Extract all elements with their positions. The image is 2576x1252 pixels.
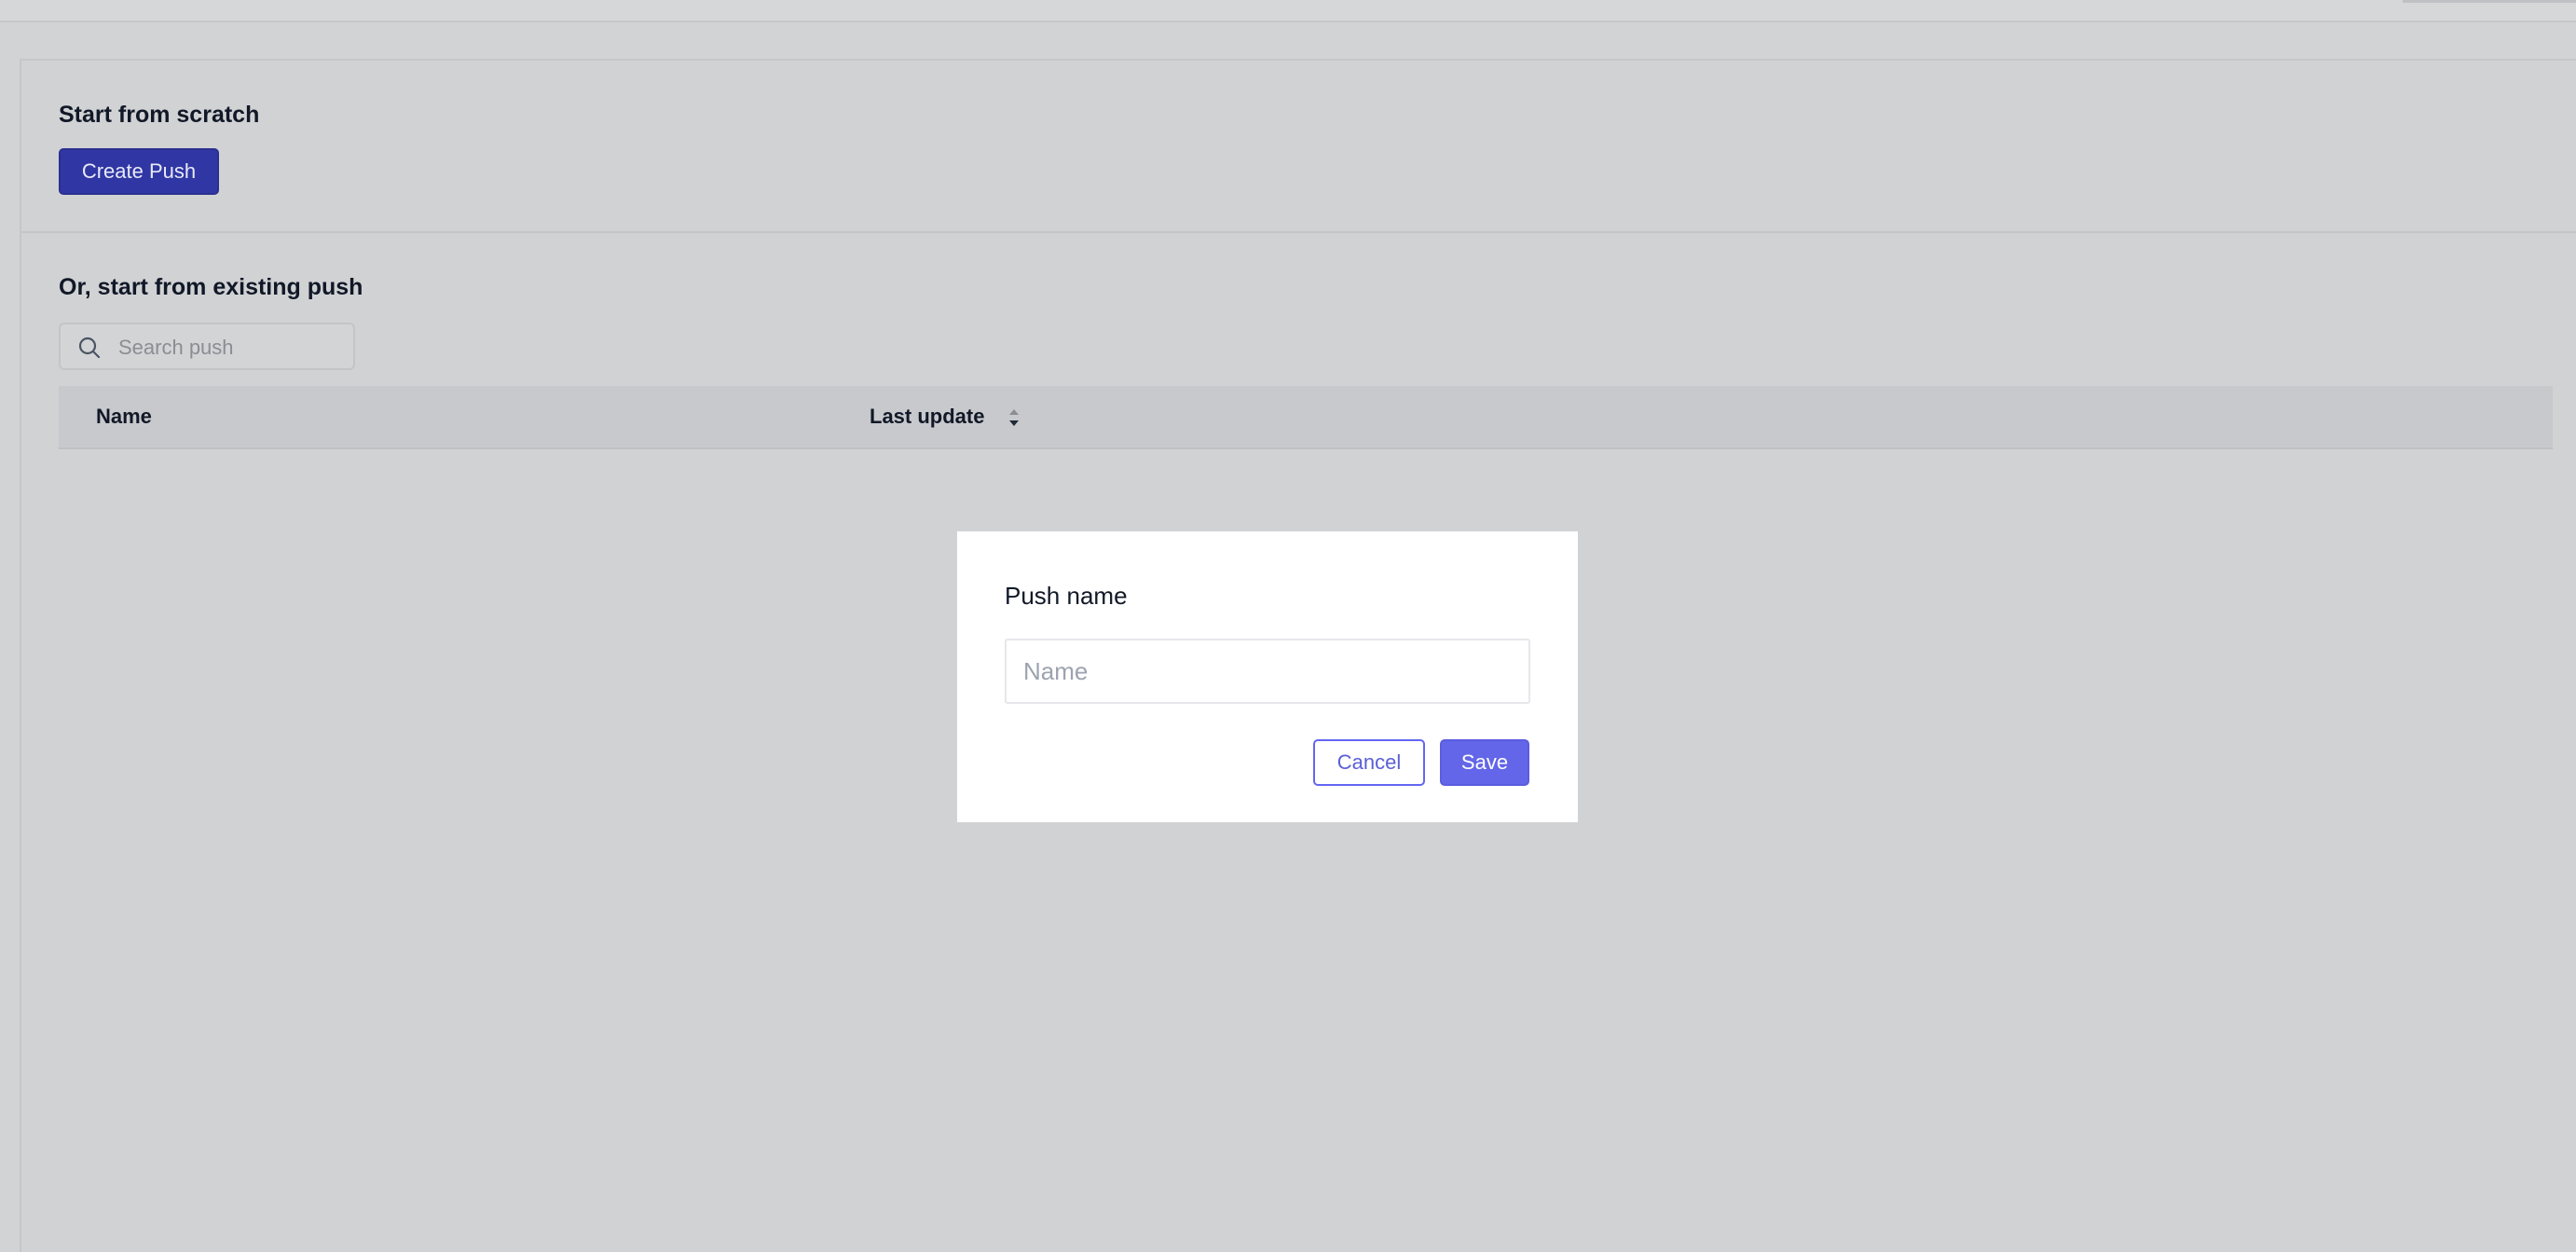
push-name-modal: Push name Cancel Save (957, 531, 1578, 822)
top-bar-tab[interactable] (2403, 0, 2576, 3)
cancel-button[interactable]: Cancel (1313, 739, 1425, 786)
search-icon (78, 337, 101, 359)
top-bar (0, 0, 2576, 22)
save-button[interactable]: Save (1440, 739, 1529, 786)
scratch-section-title: Start from scratch (59, 102, 260, 128)
sort-up-down-icon[interactable] (1007, 406, 1021, 429)
column-header-name[interactable]: Name (96, 405, 152, 429)
existing-section-title: Or, start from existing push (59, 274, 363, 300)
search-box[interactable] (59, 323, 355, 370)
column-header-last-update[interactable]: Last update (870, 405, 984, 429)
modal-title: Push name (1005, 582, 1128, 610)
create-push-button[interactable]: Create Push (59, 148, 219, 195)
table-header: Name Last update (59, 386, 2553, 449)
push-name-input[interactable] (1005, 639, 1530, 704)
scratch-section: Start from scratch Create Push (21, 61, 2576, 233)
search-input[interactable] (116, 328, 349, 367)
